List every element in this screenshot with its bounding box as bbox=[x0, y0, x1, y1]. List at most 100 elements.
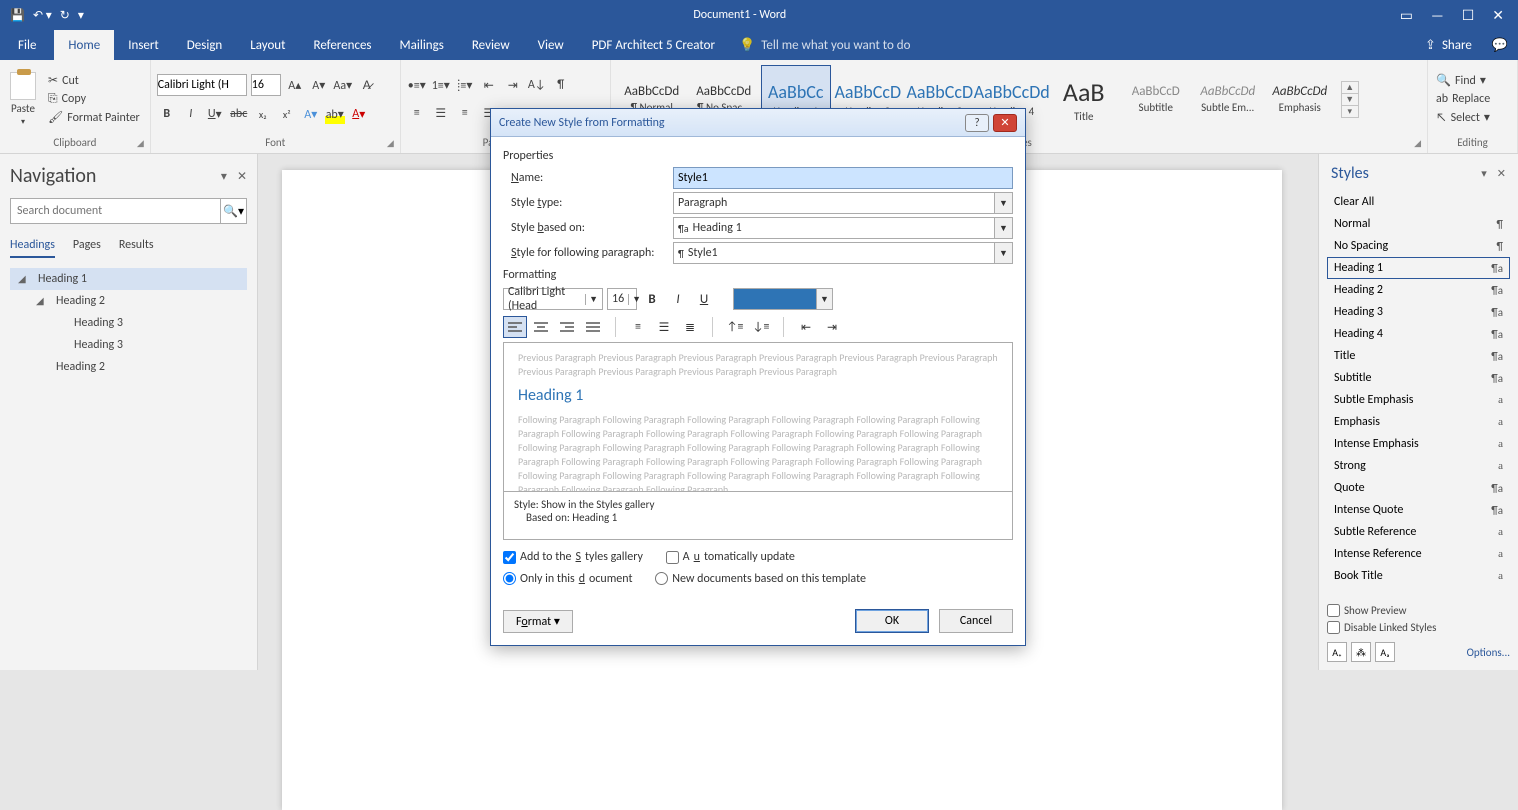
multilevel-button[interactable]: ⁞≡▾ bbox=[455, 75, 475, 95]
gallery-more-icon[interactable]: ▾ bbox=[1342, 106, 1358, 117]
cut-button[interactable]: ✂Cut bbox=[44, 72, 144, 89]
styles-pane-item[interactable]: Stronga bbox=[1327, 455, 1510, 477]
find-button[interactable]: 🔍Find ▾ bbox=[1434, 72, 1492, 89]
dialog-font-name-select[interactable]: Calibri Light (Head▼ bbox=[503, 288, 603, 310]
format-button[interactable]: Format ▾ bbox=[503, 610, 573, 633]
tab-home[interactable]: Home bbox=[54, 30, 114, 60]
text-effects-button[interactable]: A▾ bbox=[301, 104, 321, 124]
show-marks-button[interactable]: ¶ bbox=[551, 75, 571, 95]
styles-pane-dropdown-icon[interactable]: ▾ bbox=[1481, 167, 1487, 180]
styles-pane-item[interactable]: No Spacing¶ bbox=[1327, 235, 1510, 257]
font-launcher-icon[interactable]: ◢ bbox=[387, 138, 394, 149]
dialog-increase-indent-button[interactable]: ⇥ bbox=[820, 316, 844, 338]
tab-design[interactable]: Design bbox=[173, 30, 236, 60]
style-type-select[interactable]: Paragraph▼ bbox=[673, 192, 1013, 214]
copy-button[interactable]: ⎘Copy bbox=[44, 91, 144, 107]
share-button[interactable]: ⇪ Share bbox=[1415, 38, 1482, 53]
style-gallery-item[interactable]: AaBbCcDdSubtle Em... bbox=[1193, 65, 1263, 133]
dialog-italic-button[interactable]: I bbox=[667, 288, 689, 310]
dialog-15-space-button[interactable]: ☰ bbox=[652, 316, 676, 338]
styles-pane-item[interactable]: Book Titlea bbox=[1327, 565, 1510, 587]
tell-me-search[interactable]: 💡 Tell me what you want to do bbox=[739, 38, 911, 53]
auto-update-checkbox[interactable]: Automatically update bbox=[666, 550, 795, 564]
cancel-button[interactable]: Cancel bbox=[939, 609, 1013, 633]
gallery-down-icon[interactable]: ▼ bbox=[1342, 94, 1358, 106]
styles-pane-item[interactable]: Subtle Emphasisa bbox=[1327, 389, 1510, 411]
add-gallery-checkbox[interactable]: Add to the Styles gallery bbox=[503, 550, 643, 564]
styles-launcher-icon[interactable]: ◢ bbox=[1414, 138, 1421, 149]
sort-button[interactable]: A↓ bbox=[527, 75, 547, 95]
style-gallery-item[interactable]: AaBbCcDSubtitle bbox=[1121, 65, 1191, 133]
styles-pane-close-icon[interactable]: ✕ bbox=[1497, 167, 1506, 180]
tab-file[interactable]: File bbox=[0, 30, 54, 60]
styles-pane-item[interactable]: Normal¶ bbox=[1327, 213, 1510, 235]
numbering-button[interactable]: 1≡▾ bbox=[431, 75, 451, 95]
dialog-underline-button[interactable]: U bbox=[693, 288, 715, 310]
tab-review[interactable]: Review bbox=[458, 30, 524, 60]
gallery-up-icon[interactable]: ▲ bbox=[1342, 82, 1358, 94]
increase-indent-button[interactable]: ⇥ bbox=[503, 75, 523, 95]
style-inspector-icon[interactable]: ⁂ bbox=[1351, 642, 1371, 662]
nav-tree-node[interactable]: ◢Heading 1 bbox=[10, 268, 247, 290]
decrease-indent-button[interactable]: ⇤ bbox=[479, 75, 499, 95]
new-style-icon[interactable]: A₊ bbox=[1327, 642, 1347, 662]
align-right-button[interactable]: ≡ bbox=[455, 103, 475, 123]
styles-pane-item[interactable]: Intense Referencea bbox=[1327, 543, 1510, 565]
replace-button[interactable]: abReplace bbox=[1434, 91, 1492, 107]
format-painter-button[interactable]: 🖌Format Painter bbox=[44, 109, 144, 126]
dialog-align-left-button[interactable] bbox=[503, 316, 527, 338]
nav-tree-node[interactable]: ◢Heading 2 bbox=[10, 290, 247, 312]
subscript-button[interactable]: x₂ bbox=[253, 104, 273, 124]
styles-pane-item[interactable]: Heading 3¶a bbox=[1327, 301, 1510, 323]
dialog-font-color-button[interactable]: ▼ bbox=[733, 288, 833, 310]
dialog-decrease-indent-button[interactable]: ⇤ bbox=[794, 316, 818, 338]
styles-pane-item[interactable]: Subtitle¶a bbox=[1327, 367, 1510, 389]
show-preview-checkbox[interactable]: Show Preview bbox=[1327, 602, 1510, 619]
underline-button[interactable]: U▾ bbox=[205, 104, 225, 124]
ok-button[interactable]: OK bbox=[855, 609, 929, 633]
styles-pane-item[interactable]: Heading 2¶a bbox=[1327, 279, 1510, 301]
disable-linked-checkbox[interactable]: Disable Linked Styles bbox=[1327, 619, 1510, 636]
dialog-single-space-button[interactable]: ≡ bbox=[626, 316, 650, 338]
nav-tab-headings[interactable]: Headings bbox=[10, 238, 55, 258]
dialog-titlebar[interactable]: Create New Style from Formatting ? ✕ bbox=[491, 109, 1025, 137]
nav-search-button[interactable]: 🔍▾ bbox=[220, 199, 246, 223]
bullets-button[interactable]: •≡▾ bbox=[407, 75, 427, 95]
styles-pane-item[interactable]: Intense Emphasisa bbox=[1327, 433, 1510, 455]
new-documents-radio[interactable]: New documents based on this template bbox=[655, 572, 866, 586]
styles-pane-item[interactable]: Quote¶a bbox=[1327, 477, 1510, 499]
styles-pane-item[interactable]: Heading 4¶a bbox=[1327, 323, 1510, 345]
highlight-button[interactable]: ab▾ bbox=[325, 104, 345, 124]
styles-pane-item[interactable]: Subtle Referencea bbox=[1327, 521, 1510, 543]
shrink-font-button[interactable]: A▾ bbox=[309, 75, 329, 95]
paste-button[interactable]: Paste ▾ bbox=[6, 68, 40, 131]
nav-dropdown-icon[interactable]: ▾ bbox=[221, 169, 227, 184]
dialog-help-icon[interactable]: ? bbox=[965, 114, 989, 132]
style-name-input[interactable] bbox=[673, 167, 1013, 189]
ribbon-options-icon[interactable]: ▭ bbox=[1400, 7, 1413, 24]
dialog-align-center-button[interactable] bbox=[529, 316, 553, 338]
dialog-bold-button[interactable]: B bbox=[641, 288, 663, 310]
only-document-radio[interactable]: Only in this document bbox=[503, 572, 633, 586]
tab-layout[interactable]: Layout bbox=[236, 30, 299, 60]
superscript-button[interactable]: x² bbox=[277, 104, 297, 124]
styles-options-link[interactable]: Options... bbox=[1467, 646, 1510, 659]
tab-references[interactable]: References bbox=[300, 30, 386, 60]
font-color-button[interactable]: A▾ bbox=[349, 104, 369, 124]
styles-pane-item[interactable]: Clear All bbox=[1327, 191, 1510, 213]
styles-pane-item[interactable]: Title¶a bbox=[1327, 345, 1510, 367]
nav-search-input[interactable] bbox=[11, 199, 220, 223]
collapse-icon[interactable]: ◢ bbox=[36, 294, 44, 307]
minimize-icon[interactable]: — bbox=[1431, 7, 1444, 24]
style-gallery-item[interactable]: AaBTitle bbox=[1049, 65, 1119, 133]
undo-icon[interactable]: ↶ ▾ bbox=[33, 8, 52, 23]
manage-styles-icon[interactable]: Aₐ bbox=[1375, 642, 1395, 662]
nav-tree-node[interactable]: Heading 2 bbox=[10, 356, 247, 378]
align-left-button[interactable]: ≡ bbox=[407, 103, 427, 123]
clear-formatting-button[interactable]: A̷ bbox=[357, 75, 377, 95]
bold-button[interactable]: B bbox=[157, 104, 177, 124]
maximize-icon[interactable]: ☐ bbox=[1462, 7, 1475, 24]
grow-font-button[interactable]: A▴ bbox=[285, 75, 305, 95]
dialog-font-size-select[interactable]: 16▼ bbox=[607, 288, 637, 310]
nav-tab-pages[interactable]: Pages bbox=[73, 238, 101, 258]
